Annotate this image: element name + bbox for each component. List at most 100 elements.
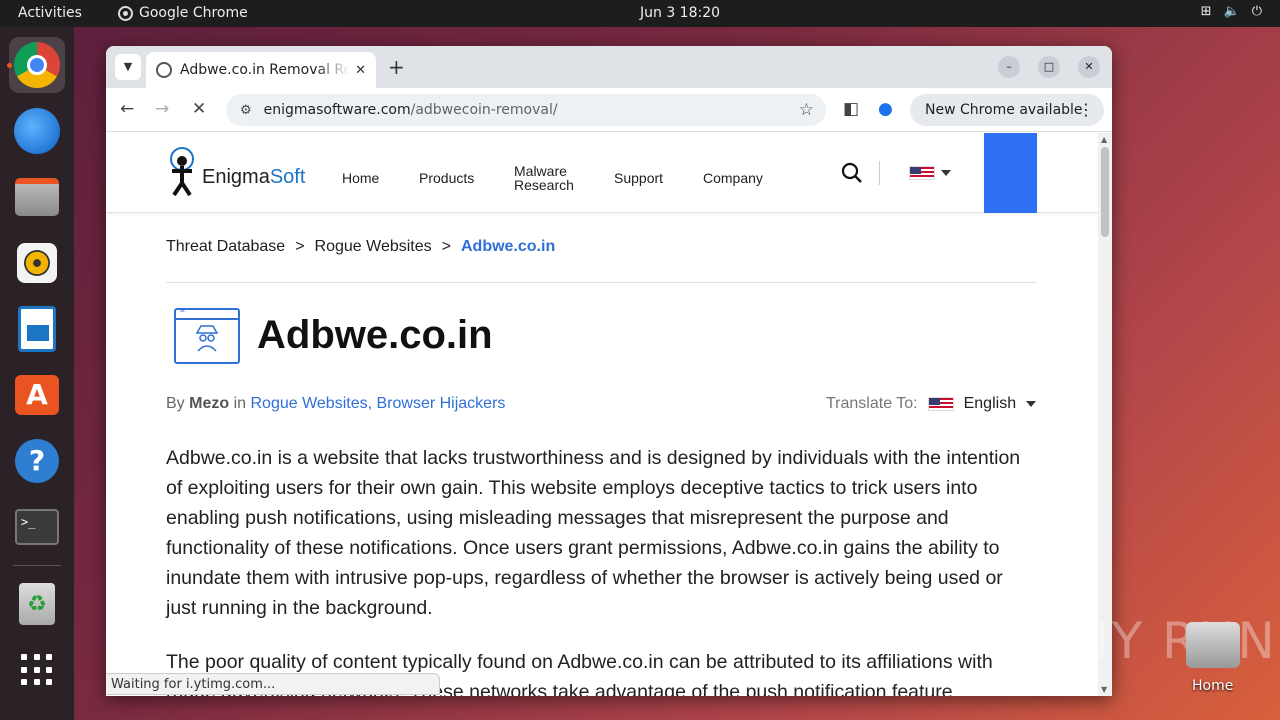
maximize-button[interactable]: □: [1038, 56, 1060, 78]
status-bubble: Waiting for i.ytimg.com...: [106, 673, 440, 695]
address-bar[interactable]: ⚙ enigmasoftware.com/adbwecoin-removal/ …: [226, 94, 826, 126]
chevron-down-icon: [1026, 401, 1037, 407]
browser-window: ▼ Adbwe.co.in Removal Re ✕ + – □ ✕ ← → ✕…: [106, 46, 1112, 696]
dock-terminal[interactable]: >_: [9, 499, 65, 555]
back-icon[interactable]: ←: [120, 99, 134, 119]
content-divider: [166, 282, 1037, 283]
forward-icon[interactable]: →: [155, 99, 169, 119]
nav-company[interactable]: Company: [703, 171, 763, 185]
category-link-rogue-websites[interactable]: Rogue Websites,: [250, 395, 372, 412]
home-folder-label: Home: [1192, 678, 1234, 694]
volume-icon: 🔈: [1223, 4, 1240, 19]
more-menu-icon[interactable]: ⋮: [1078, 100, 1094, 119]
dock: A ? >_ ♻: [0, 27, 74, 720]
bookmark-star-icon[interactable]: ☆: [799, 100, 814, 120]
chrome-app-icon: [118, 5, 133, 21]
header-divider: [879, 161, 880, 185]
terminal-icon: >_: [15, 509, 59, 545]
tab-strip: ▼ Adbwe.co.in Removal Re ✕ + – □ ✕: [106, 46, 1112, 88]
logo-text: EnigmaSoft: [202, 166, 306, 188]
header-cta-block[interactable]: [984, 133, 1037, 213]
new-tab-button[interactable]: +: [388, 55, 405, 79]
dock-separator: [13, 565, 61, 566]
writer-icon: [18, 306, 56, 352]
scroll-down-icon[interactable]: ▼: [1101, 685, 1107, 694]
minimize-button[interactable]: –: [998, 56, 1020, 78]
dock-app-center[interactable]: A: [9, 367, 65, 423]
show-apps-icon: [21, 654, 53, 686]
app-menu[interactable]: Google Chrome: [118, 5, 248, 21]
translate-label: Translate To:: [826, 395, 918, 412]
scrollbar-thumb[interactable]: [1101, 147, 1109, 237]
dock-writer[interactable]: [9, 301, 65, 357]
nav-home[interactable]: Home: [342, 171, 379, 185]
rogue-website-icon: ✕: [174, 306, 240, 364]
thunderbird-icon: [14, 108, 60, 154]
breadcrumb-current[interactable]: Adbwe.co.in: [461, 238, 555, 255]
author-name: Mezo: [189, 395, 230, 412]
dock-thunderbird[interactable]: [9, 103, 65, 159]
anyrun-watermark: ANY RUN: [1036, 612, 1277, 670]
rhythmbox-icon: [17, 243, 57, 283]
search-icon[interactable]: [840, 161, 864, 185]
tab-close-icon[interactable]: ✕: [355, 63, 366, 78]
breadcrumb-threat-database[interactable]: Threat Database: [166, 238, 285, 255]
tab-search-button[interactable]: ▼: [115, 54, 141, 80]
update-chrome-button[interactable]: New Chrome available ⋮: [910, 94, 1104, 126]
us-flag-icon: [909, 166, 935, 180]
update-label: New Chrome available: [925, 102, 1083, 118]
enigmasoft-logo[interactable]: EnigmaSoft: [166, 147, 305, 197]
translate-selector[interactable]: Translate To: English: [826, 395, 1037, 413]
language-flag-select[interactable]: [909, 166, 951, 180]
chevron-down-icon: [941, 170, 951, 176]
dock-help[interactable]: ?: [9, 433, 65, 489]
power-icon: ⏻: [1251, 4, 1262, 19]
dock-rhythmbox[interactable]: [9, 235, 65, 291]
top-bar: Activities Google Chrome Jun 3 18:20 ⊞ 🔈…: [0, 0, 1280, 27]
chrome-icon: [14, 42, 60, 88]
url-domain: enigmasoftware.com: [263, 102, 411, 118]
stop-loading-icon[interactable]: ✕: [192, 99, 206, 119]
activities-button[interactable]: Activities: [18, 5, 82, 21]
scroll-up-icon[interactable]: ▲: [1101, 135, 1107, 144]
network-icon: ⊞: [1200, 4, 1212, 19]
dock-files[interactable]: [9, 169, 65, 225]
logo-mark-icon: [170, 147, 194, 197]
clock[interactable]: Jun 3 18:20: [640, 5, 720, 21]
close-window-button[interactable]: ✕: [1078, 56, 1100, 78]
us-flag-icon: [927, 397, 954, 411]
profile-icon[interactable]: ●: [878, 99, 893, 119]
help-icon: ?: [15, 439, 59, 483]
dock-show-apps[interactable]: [9, 642, 65, 698]
tab-active[interactable]: Adbwe.co.in Removal Re ✕: [146, 52, 376, 88]
url-path: /adbwecoin-removal/: [410, 102, 558, 118]
spy-icon: [195, 325, 219, 352]
language-value: English: [963, 395, 1017, 412]
breadcrumb: Threat Database > Rogue Websites > Adbwe.co.…: [166, 238, 555, 256]
files-icon: [15, 178, 59, 216]
app-name: Google Chrome: [139, 5, 248, 21]
nav-support[interactable]: Support: [614, 171, 663, 185]
tab-title: Adbwe.co.in Removal Re: [180, 62, 350, 78]
site-info-icon[interactable]: ⚙: [240, 103, 252, 118]
breadcrumb-rogue-websites[interactable]: Rogue Websites: [315, 238, 432, 255]
nav-products[interactable]: Products: [419, 171, 474, 185]
site-header: EnigmaSoft Home Products Malware Research…: [106, 133, 1098, 213]
article-paragraph: Adbwe.co.in is a website that lacks trus…: [166, 447, 1021, 619]
running-indicator: [7, 63, 12, 68]
category-link-browser-hijackers[interactable]: Browser Hijackers: [376, 395, 505, 412]
byline: By Mezo in Rogue Websites, Browser Hijac…: [166, 395, 506, 412]
nav-malware-research[interactable]: Malware Research: [514, 164, 574, 192]
favicon-icon: [156, 62, 172, 78]
breadcrumb-separator: >: [441, 238, 451, 255]
app-center-icon: A: [15, 375, 59, 415]
trash-icon: ♻: [19, 583, 55, 625]
side-panel-icon[interactable]: ◧: [843, 99, 859, 119]
browser-toolbar: ← → ✕ ⚙ enigmasoftware.com/adbwecoin-rem…: [106, 88, 1112, 132]
web-page: EnigmaSoft Home Products Malware Research…: [106, 133, 1098, 696]
system-tray[interactable]: ⊞ 🔈 ⏻: [1201, 4, 1262, 19]
dock-trash[interactable]: ♻: [9, 576, 65, 632]
home-folder-icon[interactable]: [1186, 622, 1240, 668]
breadcrumb-separator: >: [295, 238, 305, 255]
dock-chrome[interactable]: [7, 37, 65, 93]
